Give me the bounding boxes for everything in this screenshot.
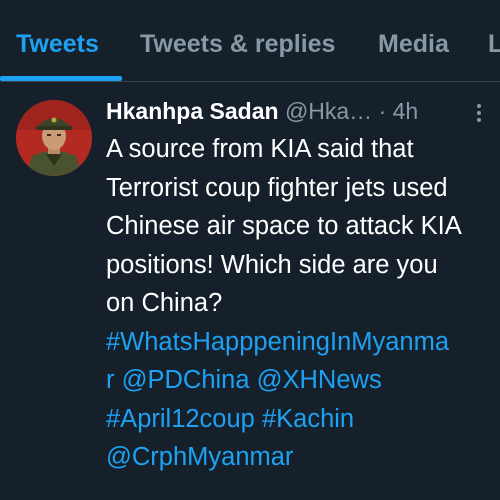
tab-media[interactable]: Media [378, 30, 449, 59]
tweet-tag-line: #April12coup #Kachin [106, 400, 486, 439]
author-display-name[interactable]: Hkanhpa Sadan [106, 98, 279, 124]
hashtag-april12coup[interactable]: #April12coup [106, 405, 255, 433]
profile-tabs: Tweets Tweets & replies Media L [0, 0, 500, 82]
tweet-text-line: A source from KIA said that [106, 135, 414, 163]
tweet-text-line: Terrorist coup fighter jets used [106, 173, 448, 202]
hashtag-whatshappening-continued[interactable]: r [106, 366, 115, 394]
profile-avatar[interactable] [16, 100, 92, 176]
tab-tweets[interactable]: Tweets [16, 30, 99, 59]
tweet-text: A source from KIA said that Terrorist co… [106, 130, 486, 477]
tweet-text-line: on China? [106, 289, 223, 317]
more-vertical-icon[interactable] [472, 102, 486, 124]
tweet-tag-line: #WhatsHapppeningInMyanma [106, 323, 486, 362]
tab-likes[interactable]: L [488, 30, 500, 59]
hashtag-kachin[interactable]: #Kachin [262, 405, 354, 433]
header-separator: · [378, 98, 387, 124]
author-handle[interactable]: @Hka… [285, 98, 372, 124]
tweet-card[interactable]: Hkanhpa Sadan @Hka… · 4h A source from K… [0, 82, 500, 500]
hashtag-whatshappening[interactable]: #WhatsHapppeningInMyanma [106, 328, 449, 356]
tweet-text-line: positions! Which side are you [106, 250, 438, 279]
avatar-image [16, 100, 92, 176]
tweet-tag-line: r @PDChina @XHNews [106, 361, 486, 400]
tweet-tag-line: @CrphMyanmar [106, 438, 486, 477]
active-tab-indicator [0, 76, 122, 81]
mention-crphmyanmar[interactable]: @CrphMyanmar [106, 443, 293, 471]
tweet-body: Hkanhpa Sadan @Hka… · 4h A source from K… [106, 96, 486, 477]
tab-tweets-and-replies[interactable]: Tweets & replies [140, 30, 335, 59]
tweet-timestamp[interactable]: 4h [393, 98, 419, 124]
tweet-text-line: Chinese air space to attack KIA [106, 212, 462, 240]
profile-timeline-screen: Tweets Tweets & replies Media L Hkanhpa … [0, 0, 500, 500]
mention-xhnews[interactable]: @XHNews [257, 366, 382, 394]
tweet-header: Hkanhpa Sadan @Hka… · 4h [106, 96, 486, 130]
mention-pdchina[interactable]: @PDChina [122, 366, 250, 394]
